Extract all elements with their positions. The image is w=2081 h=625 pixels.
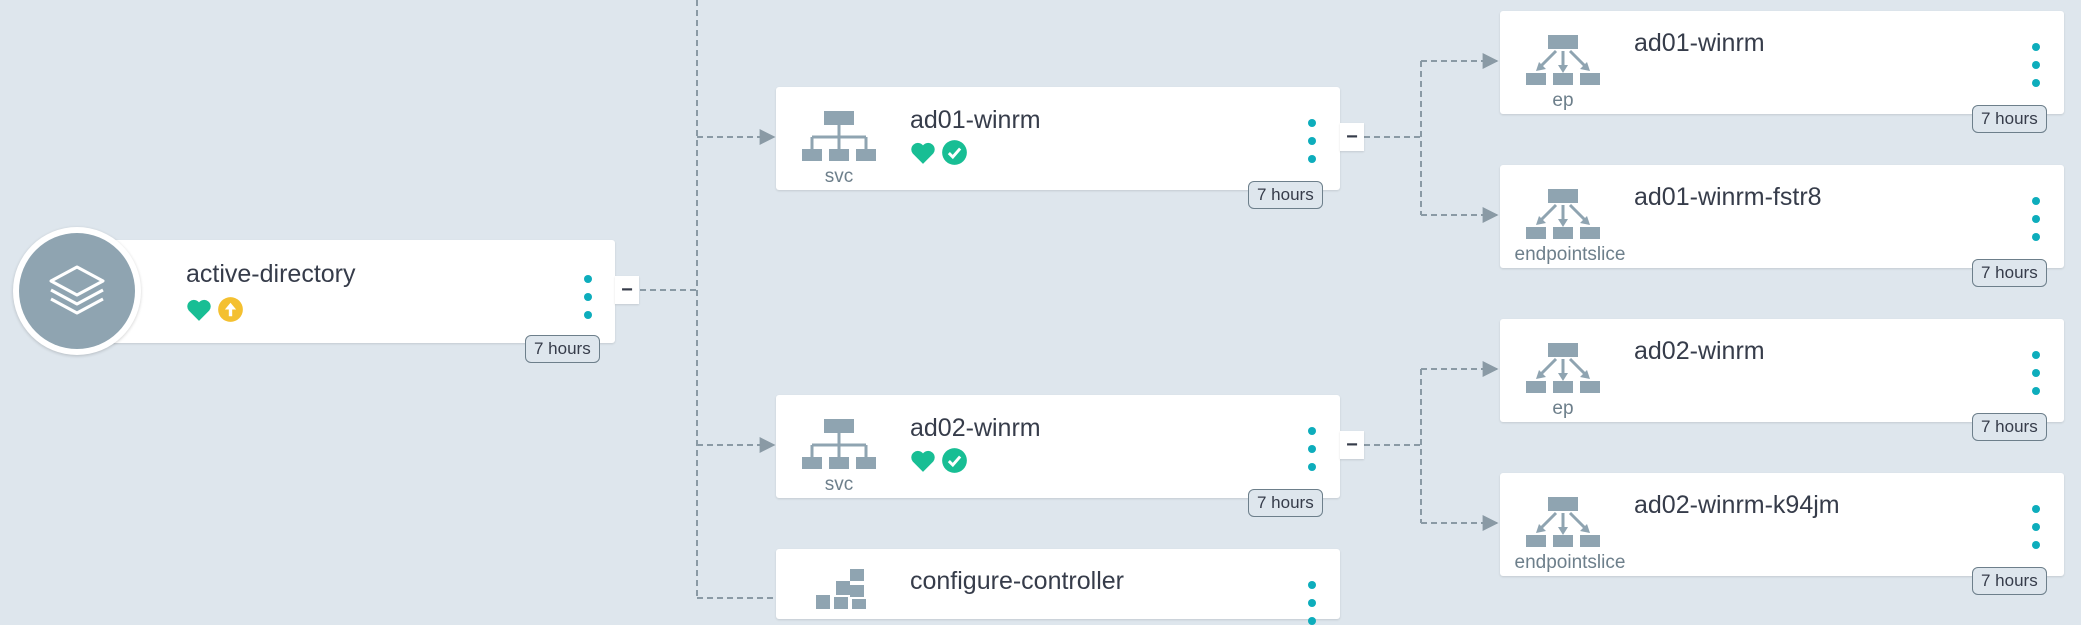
service-kind-label: svc — [824, 474, 854, 495]
menu-dot — [2032, 387, 2040, 395]
network-tree-icon — [802, 111, 876, 161]
service-node-menu-button[interactable] — [1302, 581, 1322, 625]
menu-dot — [2032, 215, 2040, 223]
app-status-icons — [186, 296, 244, 323]
service-collapse-button[interactable]: − — [1340, 123, 1364, 151]
menu-dot — [2032, 43, 2040, 51]
endpoint-node-menu-button[interactable] — [2026, 505, 2046, 549]
app-collapse-button[interactable]: − — [615, 276, 639, 304]
menu-dot — [2032, 61, 2040, 69]
endpoint-kind-label: endpointslice — [1514, 244, 1626, 265]
app-node-title: active-directory — [186, 260, 356, 288]
menu-dot — [1308, 581, 1316, 589]
endpoint-node-title: ad02-winrm — [1634, 337, 1765, 365]
endpoint-node-card[interactable]: endpointslice ad01-winrm-fstr8 — [1500, 165, 2064, 268]
endpoint-node-title: ad01-winrm — [1634, 29, 1765, 57]
endpoint-node-title: ad01-winrm-fstr8 — [1634, 183, 1822, 211]
layers-icon — [49, 265, 105, 315]
heart-icon — [187, 299, 211, 321]
endpoint-node-title: ad02-winrm-k94jm — [1634, 491, 1840, 519]
menu-dot — [2032, 523, 2040, 531]
menu-dot — [1308, 463, 1316, 471]
check-circle-icon — [942, 448, 967, 473]
endpoint-node-card[interactable]: ep ad01-winrm — [1500, 11, 2064, 114]
endpoint-age-badge: 7 hours — [1972, 259, 2047, 287]
menu-dot — [1308, 617, 1316, 625]
service-node-card[interactable]: configure-controller — [776, 549, 1340, 625]
arrow-up-circle-icon — [218, 297, 243, 322]
menu-dot — [2032, 79, 2040, 87]
menu-dot — [2032, 541, 2040, 549]
service-node-menu-button[interactable] — [1302, 119, 1322, 163]
menu-dot — [2032, 233, 2040, 241]
app-age-badge: 7 hours — [525, 335, 600, 363]
check-circle-icon — [942, 140, 967, 165]
endpoint-node-menu-button[interactable] — [2026, 351, 2046, 395]
menu-dot — [584, 293, 592, 301]
menu-dot — [2032, 505, 2040, 513]
service-node-title: ad02-winrm — [910, 414, 1041, 442]
deployment-icon — [816, 569, 866, 609]
menu-dot — [1308, 155, 1316, 163]
service-node-title: configure-controller — [910, 567, 1124, 595]
menu-dot — [1308, 119, 1316, 127]
menu-dot — [1308, 445, 1316, 453]
service-node-title: ad01-winrm — [910, 106, 1041, 134]
endpoint-age-badge: 7 hours — [1972, 105, 2047, 133]
service-status-icons — [910, 447, 968, 474]
endpoint-kind-label: ep — [1552, 398, 1574, 419]
service-node-menu-button[interactable] — [1302, 427, 1322, 471]
app-node-card[interactable]: active-directory — [78, 240, 615, 343]
service-age-badge: 7 hours — [1248, 181, 1323, 209]
endpoint-kind-label: ep — [1552, 90, 1574, 111]
service-node-card[interactable]: svc ad02-winrm — [776, 395, 1340, 498]
endpoint-node-menu-button[interactable] — [2026, 43, 2046, 87]
menu-dot — [584, 275, 592, 283]
network-tree-icon — [802, 419, 876, 469]
app-node-menu-button[interactable] — [578, 275, 598, 319]
menu-dot — [1308, 427, 1316, 435]
menu-dot — [584, 311, 592, 319]
service-collapse-button[interactable]: − — [1340, 431, 1364, 459]
app-node-icon[interactable] — [13, 227, 141, 355]
menu-dot — [1308, 137, 1316, 145]
endpoints-icon — [1526, 343, 1600, 393]
heart-icon — [911, 450, 935, 472]
endpoint-node-card[interactable]: ep ad02-winrm — [1500, 319, 2064, 422]
menu-dot — [2032, 351, 2040, 359]
menu-dot — [2032, 197, 2040, 205]
endpoints-icon — [1526, 189, 1600, 239]
endpoints-icon — [1526, 35, 1600, 85]
endpoint-kind-label: endpointslice — [1514, 552, 1626, 573]
menu-dot — [2032, 369, 2040, 377]
service-status-icons — [910, 139, 968, 166]
endpoint-node-menu-button[interactable] — [2026, 197, 2046, 241]
service-age-badge: 7 hours — [1248, 489, 1323, 517]
menu-dot — [1308, 599, 1316, 607]
endpoint-node-card[interactable]: endpointslice ad02-winrm-k94jm — [1500, 473, 2064, 576]
endpoints-icon — [1526, 497, 1600, 547]
endpoint-age-badge: 7 hours — [1972, 413, 2047, 441]
endpoint-age-badge: 7 hours — [1972, 567, 2047, 595]
service-kind-label: svc — [824, 166, 854, 187]
service-node-card[interactable]: svc ad01-winrm — [776, 87, 1340, 190]
heart-icon — [911, 142, 935, 164]
